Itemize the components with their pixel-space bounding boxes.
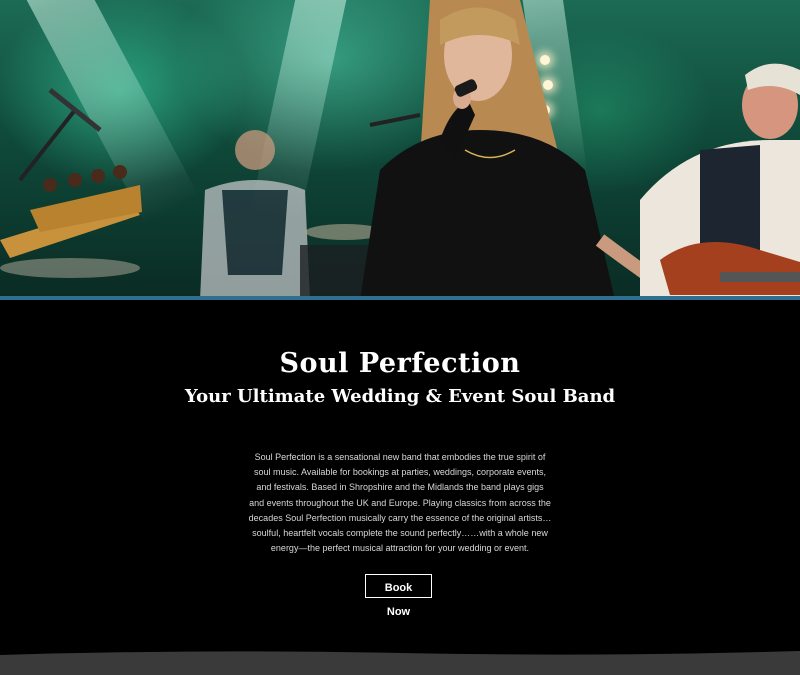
hero-image xyxy=(0,0,800,300)
book-now-button[interactable]: Book Now xyxy=(365,574,432,618)
guitarist xyxy=(640,63,800,300)
page-subtitle: Your Ultimate Wedding & Event Soul Band xyxy=(184,386,616,407)
page-title: Soul Perfection xyxy=(279,348,521,379)
drummer xyxy=(200,130,310,300)
footer-wave xyxy=(0,651,800,675)
lead-singer xyxy=(360,0,674,300)
band-description: Soul Perfection is a sensational new ban… xyxy=(248,452,552,554)
intro-section: Soul Perfection Your Ultimate Wedding & … xyxy=(0,300,800,675)
band-illustration xyxy=(0,0,800,300)
